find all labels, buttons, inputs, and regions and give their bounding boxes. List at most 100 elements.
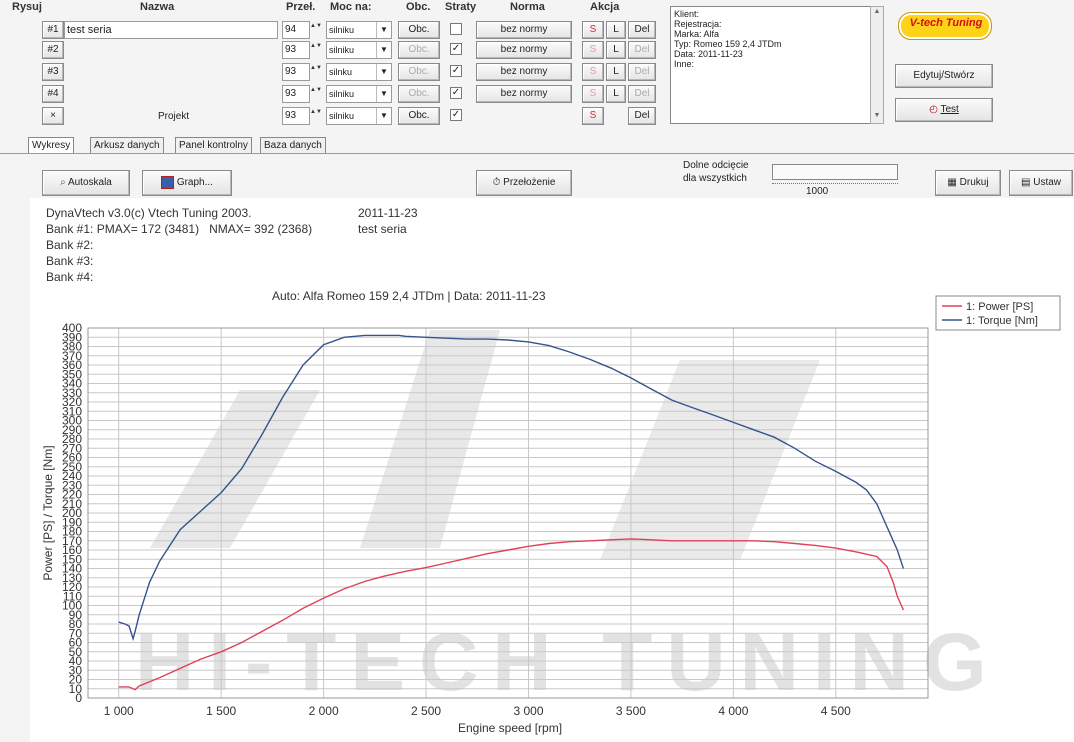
chevron-down-icon[interactable]: ▼: [376, 108, 391, 124]
settings-icon: ▤: [1020, 177, 1031, 188]
graph-button[interactable]: Graph...: [142, 170, 232, 196]
header-moc: Moc na:: [330, 1, 372, 13]
info-scrollbar[interactable]: ▲ ▼: [870, 6, 884, 124]
bank-3-power-value: silnku: [329, 67, 353, 77]
project-delete-button[interactable]: Del: [628, 107, 656, 125]
header-nazwa: Nazwa: [140, 1, 175, 13]
bank-3-name-field[interactable]: [64, 63, 278, 81]
bank-3-draw-button[interactable]: #3: [42, 63, 64, 81]
cutoff-slider-track: [772, 183, 898, 184]
project-power-select[interactable]: silniku ▼: [326, 107, 392, 125]
settings-button[interactable]: ▤ Ustaw: [1009, 170, 1073, 196]
bank-1-delete-button[interactable]: Del: [628, 21, 656, 39]
bank-2-losses-checkbox[interactable]: ✓: [450, 43, 462, 55]
bank-4-gear-field[interactable]: 93: [282, 85, 310, 103]
chevron-down-icon[interactable]: ▼: [376, 64, 391, 80]
scroll-up-icon[interactable]: ▲: [872, 8, 882, 18]
bank-4-power-value: silniku: [329, 89, 355, 99]
bank-4-save-button[interactable]: S: [582, 85, 604, 103]
bank-4-name-field[interactable]: [64, 85, 278, 103]
edit-create-button[interactable]: Edytuj/Stwórz: [895, 64, 993, 88]
header-norma: Norma: [510, 1, 545, 13]
tab-control-panel[interactable]: Panel kontrolny: [175, 137, 252, 154]
bank-1-draw-button[interactable]: #1: [42, 21, 64, 39]
project-losses-checkbox[interactable]: ✓: [450, 109, 462, 121]
bank-3-losses-checkbox[interactable]: ✓: [450, 65, 462, 77]
bank-2-load-file-button[interactable]: L: [606, 41, 626, 59]
bank-2-load-button[interactable]: Obc.: [398, 41, 440, 59]
bank-3-norm-button[interactable]: bez normy: [476, 63, 572, 81]
bank-4-losses-checkbox[interactable]: ✓: [450, 87, 462, 99]
bank-1-name-field[interactable]: test seria: [64, 21, 278, 39]
header-straty: Straty: [445, 1, 477, 13]
bank-2-name-field[interactable]: [64, 41, 278, 59]
project-save-button[interactable]: S: [582, 107, 604, 125]
cutoff-slider[interactable]: [772, 164, 898, 180]
project-gear-field[interactable]: 93: [282, 107, 310, 125]
bank-2-power-select[interactable]: silniku ▼: [326, 41, 392, 59]
bank-3-power-select[interactable]: silnku ▼: [326, 63, 392, 81]
chevron-down-icon[interactable]: ▼: [376, 86, 391, 102]
bank-1-power-select[interactable]: silniku ▼: [326, 21, 392, 39]
magnifier-icon: ⌕: [60, 177, 66, 188]
settings-label: Ustaw: [1033, 177, 1062, 188]
bank-2-gear-spinner-icon[interactable]: ▲▼: [310, 42, 322, 58]
project-power-value: silniku: [329, 111, 355, 121]
project-close-button[interactable]: ×: [42, 107, 64, 125]
bank-1-norm-button[interactable]: bez normy: [476, 21, 572, 39]
bank-4-load-file-button[interactable]: L: [606, 85, 626, 103]
info-client: Klient:: [674, 9, 700, 19]
chevron-down-icon[interactable]: ▼: [376, 22, 391, 38]
bank-4-delete-button[interactable]: Del: [628, 85, 656, 103]
project-load-button[interactable]: Obc.: [398, 107, 440, 125]
bank-3-gear-spinner-icon[interactable]: ▲▼: [310, 64, 322, 80]
scroll-down-icon[interactable]: ▼: [872, 112, 882, 122]
printer-icon: ▦: [947, 177, 957, 188]
project-gear-spinner-icon[interactable]: ▲▼: [310, 108, 322, 124]
bank-2-delete-button[interactable]: Del: [628, 41, 656, 59]
bank-4-gear-spinner-icon[interactable]: ▲▼: [310, 86, 322, 102]
bank-3-load-file-button[interactable]: L: [606, 63, 626, 81]
autoscale-button[interactable]: ⌕ Autoskala: [42, 170, 130, 196]
autoscale-label: Autoskala: [67, 177, 112, 188]
bank-4-load-button[interactable]: Obc.: [398, 85, 440, 103]
bank-1-losses-checkbox[interactable]: [450, 23, 462, 35]
tab-charts[interactable]: Wykresy: [28, 137, 75, 154]
chart-info-line1b: 2011-11-23: [358, 206, 418, 220]
info-other: Inne:: [674, 59, 695, 69]
tab-underline: [0, 153, 1074, 154]
info-make: Marka: Alfa: [674, 29, 720, 39]
chart-info-bank4: Bank #4:: [46, 270, 94, 284]
bank-2-gear-field[interactable]: 93: [282, 41, 310, 59]
tab-datasheet[interactable]: Arkusz danych: [90, 137, 164, 154]
tab-database[interactable]: Baza danych: [260, 137, 326, 154]
bank-1-gear-field[interactable]: 94: [282, 21, 310, 39]
gear-ratio-label: Przełożenie: [503, 177, 556, 188]
chart-info-line2b: test seria: [358, 222, 407, 236]
bank-4-norm-button[interactable]: bez normy: [476, 85, 572, 103]
bank-1-load-file-button[interactable]: L: [606, 21, 626, 39]
bank-2-norm-button[interactable]: bez normy: [476, 41, 572, 59]
bank-2-save-button[interactable]: S: [582, 41, 604, 59]
bank-3-load-button[interactable]: Obc.: [398, 63, 440, 81]
gear-ratio-button[interactable]: ⏱ Przełożenie: [476, 170, 572, 196]
chart-info-bank2: Bank #2:: [46, 238, 94, 252]
vtech-logo-text: V-tech Tuning: [909, 17, 983, 29]
bank-4-draw-button[interactable]: #4: [42, 85, 64, 103]
header-rysuj: Rysuj: [12, 1, 42, 13]
info-date: Data: 2011-11-23: [674, 49, 743, 59]
bank-4-power-select[interactable]: silniku ▼: [326, 85, 392, 103]
bank-2-draw-button[interactable]: #2: [42, 41, 64, 59]
bank-1-gear-spinner-icon[interactable]: ▲▼: [310, 22, 322, 38]
test-button-label: Test: [940, 104, 959, 115]
bank-1-load-button[interactable]: Obc.: [398, 21, 440, 39]
chevron-down-icon[interactable]: ▼: [376, 42, 391, 58]
clock-icon: ◴: [929, 104, 938, 115]
test-button[interactable]: ◴ Test: [895, 98, 993, 122]
bank-1-save-button[interactable]: S: [582, 21, 604, 39]
bank-3-delete-button[interactable]: Del: [628, 63, 656, 81]
bank-3-gear-field[interactable]: 93: [282, 63, 310, 81]
print-button[interactable]: ▦ Drukuj: [935, 170, 1001, 196]
vehicle-info-box[interactable]: Klient: Rejestracja: Marka: Alfa Typ: Ro…: [670, 6, 872, 124]
bank-3-save-button[interactable]: S: [582, 63, 604, 81]
